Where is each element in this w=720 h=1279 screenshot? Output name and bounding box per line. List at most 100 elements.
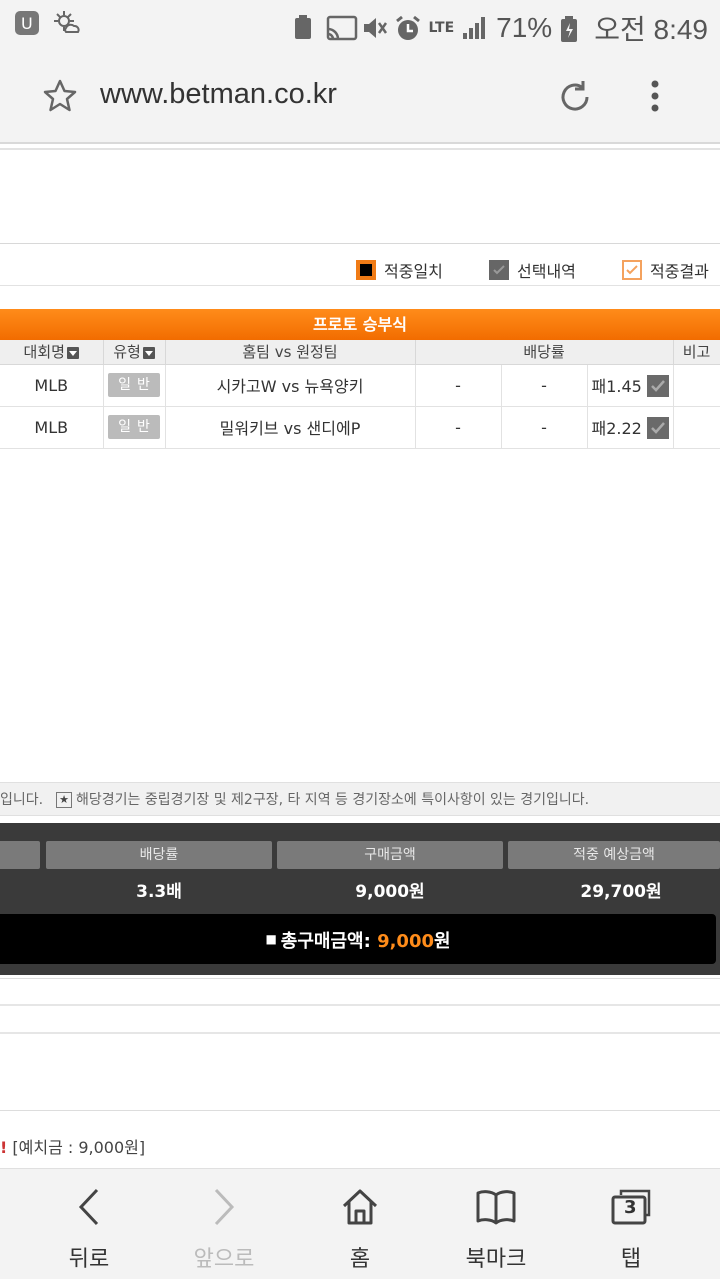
signal-icon xyxy=(462,15,488,41)
forward-arrow-icon xyxy=(214,1188,235,1226)
odds-win-cell: - xyxy=(415,406,502,449)
total-label: 총구매금액: xyxy=(280,931,371,952)
more-menu-icon[interactable] xyxy=(648,78,662,118)
bottom-navigation: 뒤로 앞으로 홈 북마크 3 탭 xyxy=(0,1168,720,1279)
dropdown-icon[interactable] xyxy=(142,346,155,359)
nav-label: 홈 xyxy=(349,1247,371,1272)
nav-back-button[interactable]: 뒤로 xyxy=(29,1185,149,1273)
nav-bookmarks-button[interactable]: 북마크 xyxy=(436,1185,556,1273)
summary-amount-value: 9,000원 xyxy=(355,882,425,902)
away-team: 샌디에P xyxy=(306,419,361,438)
summary-header-expected: 적중 예상금액 xyxy=(508,841,720,869)
vs-label: vs xyxy=(281,377,300,396)
odds-pick-cell: 패1.45 xyxy=(587,364,674,407)
picked-odds: 패1.45 xyxy=(591,377,642,396)
type-cell: 일반 xyxy=(103,406,166,449)
battery-icon xyxy=(560,15,586,42)
bullet-icon: ■ xyxy=(265,932,277,946)
nav-label: 탭 xyxy=(620,1247,642,1272)
table-row: MLB 일반 밀워키브 vs 샌디에P - - 패2.22 xyxy=(0,406,720,449)
nav-label: 북마크 xyxy=(465,1247,527,1272)
star-box-icon: ★ xyxy=(56,792,72,808)
reload-icon[interactable] xyxy=(556,78,594,116)
odds-pick-cell: 패2.22 xyxy=(587,406,674,449)
bookmark-star-icon[interactable] xyxy=(42,78,78,114)
weather-icon xyxy=(52,10,80,36)
col-note: 비고 xyxy=(673,340,720,365)
nav-tabs-button[interactable]: 3 탭 xyxy=(571,1185,691,1273)
type-badge: 일반 xyxy=(108,415,160,439)
back-arrow-icon xyxy=(78,1188,99,1226)
league-cell: MLB xyxy=(0,406,104,449)
table-header-row: 대회명 유형 홈팀 vs 원정팀 배당률 비고 xyxy=(0,340,720,365)
type-badge: 일반 xyxy=(108,373,160,397)
league-cell: MLB xyxy=(0,364,104,407)
summary-header-amount: 구매금액 xyxy=(277,841,503,869)
address-bar: www.betman.co.kr xyxy=(0,50,720,144)
legend-item-match: 적중일치 xyxy=(356,258,443,282)
table-row: MLB 일반 시카고W vs 뉴욕양키 - - 패1.45 xyxy=(0,364,720,407)
lte-indicator: LTE xyxy=(428,20,455,36)
col-league[interactable]: 대회명 xyxy=(0,340,104,365)
selection-checkbox-icon xyxy=(489,260,509,280)
notice-text: ★ 해당경기는 중립경기장 및 제2구장, 타 지역 등 경기장소에 특이사항이 … xyxy=(56,783,590,815)
recycle-battery-icon xyxy=(292,15,318,41)
url-text[interactable]: www.betman.co.kr xyxy=(100,78,337,111)
legend-item-selection: 선택내역 xyxy=(489,258,576,282)
legend-label: 적중결과 xyxy=(650,262,709,281)
mute-icon xyxy=(360,15,388,41)
cast-icon xyxy=(326,15,358,41)
divider xyxy=(0,1110,720,1111)
battery-percent: 71% xyxy=(496,12,553,43)
notice-text-left: 입니다. xyxy=(0,792,44,808)
notice-bar: 입니다. ★ 해당경기는 중립경기장 및 제2구장, 타 지역 등 경기장소에 특… xyxy=(0,782,720,816)
vs-label: vs xyxy=(283,419,302,438)
col-match: 홈팀 vs 원정팀 xyxy=(165,340,416,365)
odds-draw-cell: - xyxy=(501,406,588,449)
legend-label: 적중일치 xyxy=(384,262,443,281)
picked-odds: 패2.22 xyxy=(591,419,642,438)
summary-header-odds: 배당률 xyxy=(46,841,272,869)
nav-home-button[interactable]: 홈 xyxy=(300,1185,420,1273)
match-checkbox-icon xyxy=(356,260,376,280)
total-unit: 원 xyxy=(434,931,451,952)
match-cell: 밀워키브 vs 샌디에P xyxy=(165,406,416,449)
page-header-area xyxy=(0,150,720,242)
nav-label: 뒤로 xyxy=(68,1247,110,1272)
selected-check-icon[interactable] xyxy=(646,374,669,397)
selected-check-icon[interactable] xyxy=(646,416,669,439)
alarm-icon xyxy=(394,15,421,41)
total-amount: 9,000 xyxy=(377,931,434,952)
col-odds: 배당률 xyxy=(415,340,674,365)
col-type[interactable]: 유형 xyxy=(103,340,166,365)
note-cell xyxy=(673,364,720,407)
svg-text:U: U xyxy=(21,14,33,33)
status-bar: U LTE 71% 오전 8:49 xyxy=(0,0,720,50)
purchase-summary: 배당률 구매금액 적중 예상금액 3.3배 9,000원 29,700원 ■ 총구… xyxy=(0,823,720,975)
clock: 오전 8:49 xyxy=(594,14,708,45)
game-type-banner: 프로토 승부식 xyxy=(0,309,720,340)
bookmarks-book-icon xyxy=(476,1190,516,1225)
home-icon xyxy=(342,1189,378,1225)
selection-table: 대회명 유형 홈팀 vs 원정팀 배당률 비고 MLB 일반 시카고W vs 뉴… xyxy=(0,340,720,449)
legend-label: 선택내역 xyxy=(517,262,576,281)
odds-draw-cell: - xyxy=(501,364,588,407)
nav-label: 앞으로 xyxy=(193,1247,255,1272)
odds-win-cell: - xyxy=(415,364,502,407)
summary-odds-value: 3.3배 xyxy=(136,882,182,902)
tab-count: 3 xyxy=(624,1197,637,1218)
away-team: 뉴욕양키 xyxy=(304,377,364,396)
result-checkbox-icon xyxy=(622,260,642,280)
dropdown-icon[interactable] xyxy=(66,346,79,359)
legend: 적중일치 선택내역 적중결과 xyxy=(0,244,720,284)
divider xyxy=(0,285,720,309)
divider xyxy=(0,1032,720,1034)
legend-item-result: 적중결과 xyxy=(622,258,709,282)
match-cell: 시카고W vs 뉴욕양키 xyxy=(165,364,416,407)
total-purchase-bar: ■ 총구매금액: 9,000원 xyxy=(0,914,716,964)
nav-forward-button[interactable]: 앞으로 xyxy=(164,1185,284,1273)
note-cell xyxy=(673,406,720,449)
notice-message: 해당경기는 중립경기장 및 제2구장, 타 지역 등 경기장소에 특이사항이 있… xyxy=(76,792,590,808)
divider xyxy=(0,978,720,979)
deposit-mark: ! xyxy=(0,1138,8,1157)
